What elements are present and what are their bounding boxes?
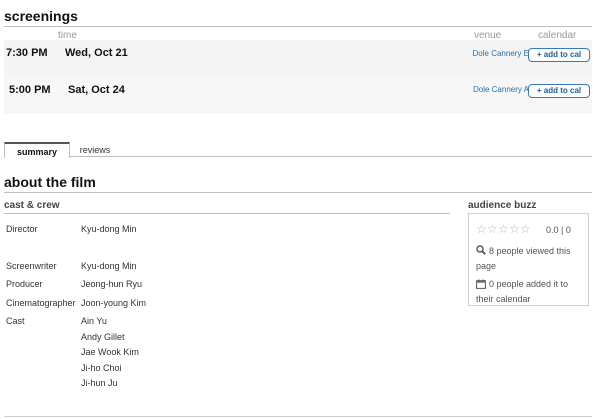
credit-value-producer: Jeong-hun Ryu: [81, 279, 143, 289]
credit-label-screenwriter: Screenwriter: [6, 261, 57, 271]
tab-bar: summary reviews: [4, 140, 592, 158]
screening-venue-link[interactable]: Dole Cannery E: [473, 49, 529, 58]
screening-row: 7:30 PM Wed, Oct 21 Dole Cannery E + add…: [4, 40, 592, 76]
cast-crew-heading: cast & crew: [4, 200, 60, 211]
star-rating[interactable]: ☆ ☆ ☆ ☆ ☆: [476, 223, 531, 235]
about-the-film-title: about the film: [4, 174, 96, 190]
cast-member: Ji-hun Ju: [81, 378, 118, 388]
audience-buzz-heading: audience buzz: [468, 200, 537, 211]
star-icon[interactable]: ☆: [520, 223, 531, 235]
credit-label-cinematographer: Cinematographer: [6, 298, 76, 308]
tab-summary[interactable]: summary: [4, 142, 70, 158]
credit-value-director: Kyu-dong Min: [81, 224, 137, 234]
cast-member: Ji-ho Choi: [81, 363, 122, 373]
cast-member: Ain Yu: [81, 316, 107, 326]
audience-buzz-panel: ☆ ☆ ☆ ☆ ☆ 0.0 | 0 8 people viewed this p…: [468, 213, 589, 306]
credit-label-director: Director: [6, 224, 38, 234]
star-icon[interactable]: ☆: [487, 223, 498, 235]
star-icon[interactable]: ☆: [476, 223, 487, 235]
screening-time: 5:00 PM: [9, 84, 51, 96]
screenings-divider: [4, 26, 592, 27]
about-divider: [4, 192, 592, 193]
cast-crew-divider: [4, 213, 450, 214]
views-count-text: 8 people viewed this page: [476, 246, 571, 271]
star-icon[interactable]: ☆: [509, 223, 520, 235]
cast-member: Jae Wook Kim: [81, 347, 139, 357]
screening-time: 7:30 PM: [6, 47, 48, 59]
tab-reviews[interactable]: reviews: [70, 142, 120, 158]
screenings-title: screenings: [4, 8, 78, 24]
bottom-divider: [4, 416, 592, 417]
screening-date: Sat, Oct 24: [68, 84, 125, 96]
credit-label-cast: Cast: [6, 316, 25, 326]
screening-date: Wed, Oct 21: [65, 47, 128, 59]
add-to-calendar-button[interactable]: + add to cal: [528, 84, 590, 98]
calendar-adds-text: 0 people added it to their calendar: [476, 279, 569, 304]
screening-row: 5:00 PM Sat, Oct 24 Dole Cannery A + add…: [4, 76, 592, 114]
screening-venue-link[interactable]: Dole Cannery A: [473, 85, 529, 94]
add-to-calendar-button[interactable]: + add to cal: [528, 48, 590, 62]
star-icon[interactable]: ☆: [498, 223, 509, 235]
rating-summary: 0.0 | 0: [546, 225, 571, 235]
credit-value-screenwriter: Kyu-dong Min: [81, 261, 137, 271]
cast-member: Andy Gillet: [81, 332, 125, 342]
credit-label-producer: Producer: [6, 279, 43, 289]
credit-value-cinematographer: Joon-young Kim: [81, 298, 147, 308]
